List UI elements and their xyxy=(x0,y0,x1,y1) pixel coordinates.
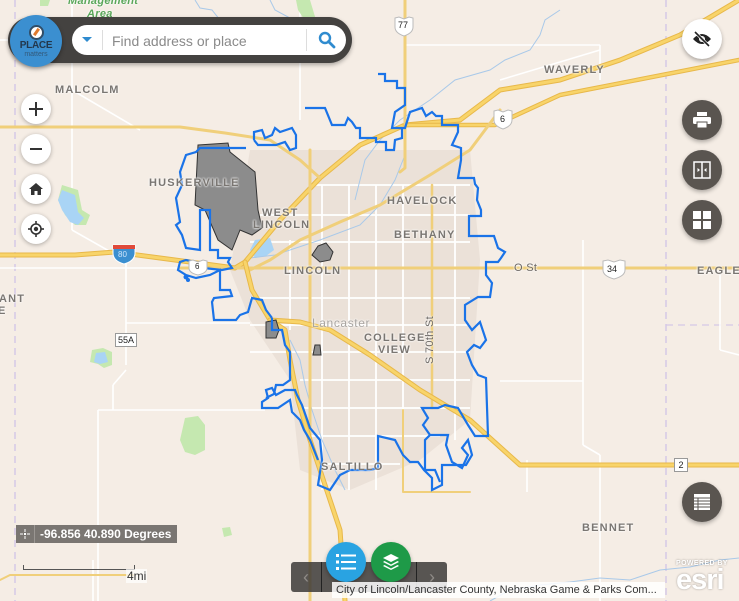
interstate-80-label: 80 xyxy=(118,250,127,259)
legend-list-icon xyxy=(336,554,356,570)
map-label-s-70th-st: S 70th St xyxy=(424,316,436,364)
home-icon xyxy=(29,183,43,195)
map-label-college: COLLEGE xyxy=(364,332,426,344)
map-label-bennet: BENNET xyxy=(582,522,635,534)
logo-subtitle: matters xyxy=(24,50,48,58)
map-label-bethany: BETHANY xyxy=(394,229,456,241)
search-input[interactable] xyxy=(110,29,304,53)
search-divider-2 xyxy=(306,29,307,51)
us-77-label: 77 xyxy=(398,20,409,30)
search-divider xyxy=(102,30,103,50)
search-source-dropdown-icon[interactable] xyxy=(82,37,92,42)
esri-wordmark: esri xyxy=(676,564,725,596)
layers-icon xyxy=(383,554,399,570)
compare-button[interactable] xyxy=(682,150,722,190)
table-icon xyxy=(694,494,710,510)
map-label-view: VIEW xyxy=(378,344,411,356)
zoom-out-button[interactable] xyxy=(21,134,51,164)
ne-55a-shield: 55A xyxy=(115,333,137,347)
us-6-label: 6 xyxy=(500,114,506,124)
map-label-management-area: Management xyxy=(68,0,139,7)
map-label-west: WEST xyxy=(262,207,299,219)
eye-off-icon xyxy=(693,31,711,47)
layers-button[interactable] xyxy=(371,542,411,582)
print-button[interactable] xyxy=(682,100,722,140)
map-label-o-st: O St xyxy=(514,262,538,274)
locate-icon xyxy=(28,221,44,237)
map-label-waverly: WAVERLY xyxy=(544,64,605,76)
printer-icon xyxy=(693,112,711,128)
coordinate-crosshair-icon[interactable] xyxy=(16,525,35,543)
search-box xyxy=(72,25,346,55)
map-label-west-lincoln: LINCOLN xyxy=(253,219,311,231)
swipe-compare-icon xyxy=(693,161,711,179)
us-34-label: 34 xyxy=(607,264,618,274)
place-matters-logo[interactable]: PLACE matters xyxy=(10,15,62,67)
logo-title: PLACE xyxy=(19,39,53,51)
scalebar-label: 4mi xyxy=(126,569,148,583)
us-6-west-label: 6 xyxy=(195,262,200,271)
map-label-e: E xyxy=(0,305,7,317)
grid-icon xyxy=(693,211,711,229)
map-attribution: City of Lincoln/Lancaster County, Nebras… xyxy=(332,582,665,598)
minus-icon xyxy=(30,148,42,150)
zoom-in-button[interactable] xyxy=(21,94,51,124)
compass-icon xyxy=(28,24,44,40)
locate-button[interactable] xyxy=(21,214,51,244)
carousel-prev-button[interactable]: ‹ xyxy=(291,562,322,592)
map-label-saltillo: SALTILLO xyxy=(321,461,384,473)
apps-button[interactable] xyxy=(682,200,722,240)
coordinate-text: -96.856 40.890 Degrees xyxy=(40,527,172,541)
map-label-lincoln: LINCOLN xyxy=(284,265,342,277)
map-label-malcolm: MALCOLM xyxy=(55,84,120,96)
map-label-lancaster: Lancaster xyxy=(312,316,371,330)
legend-button[interactable] xyxy=(326,542,366,582)
map-label-havelock: HAVELOCK xyxy=(387,195,458,207)
home-button[interactable] xyxy=(21,174,51,204)
plus-icon xyxy=(29,102,43,116)
attribute-table-button[interactable] xyxy=(682,482,722,522)
map-label-eagle: EAGLE xyxy=(697,265,739,277)
toggle-visibility-button[interactable] xyxy=(682,19,722,59)
ne-2-shield: 2 xyxy=(674,458,688,472)
map-label-huskerville: HUSKERVILLE xyxy=(149,177,240,189)
map-label-ant: ANT xyxy=(0,293,26,305)
scalebar xyxy=(23,565,135,570)
coordinate-readout: -96.856 40.890 Degrees xyxy=(16,525,178,543)
search-icon[interactable] xyxy=(318,31,336,49)
esri-logo[interactable]: POWERED BY esri xyxy=(676,560,736,598)
